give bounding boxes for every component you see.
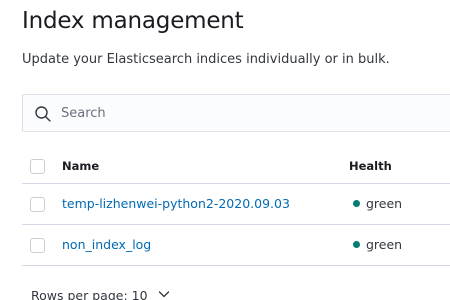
row-checkbox[interactable] <box>30 238 45 253</box>
search-icon <box>34 105 52 123</box>
chevron-down-icon <box>158 287 170 298</box>
column-header-name[interactable]: Name <box>62 159 99 173</box>
select-all-checkbox[interactable] <box>30 159 45 174</box>
index-name-link[interactable]: non_index_log <box>62 237 151 252</box>
search-box[interactable] <box>22 94 450 132</box>
indices-table: Name Health temp-lizhenwei-python2-2020.… <box>22 145 450 266</box>
rows-per-page-button[interactable]: Rows per page: 10 <box>31 287 170 300</box>
table-row: non_index_log green <box>22 225 450 266</box>
page-title: Index management <box>22 8 244 34</box>
index-management-page: Index management Update your Elasticsear… <box>0 0 450 300</box>
table-row: temp-lizhenwei-python2-2020.09.03 green <box>22 184 450 225</box>
index-name-link[interactable]: temp-lizhenwei-python2-2020.09.03 <box>62 196 290 211</box>
row-checkbox[interactable] <box>30 197 45 212</box>
health-status-text: green <box>366 237 403 252</box>
table-header-row: Name Health <box>22 145 450 184</box>
health-status-text: green <box>366 196 403 211</box>
health-cell: green <box>349 237 402 252</box>
column-header-health[interactable]: Health <box>349 159 392 173</box>
page-subtitle: Update your Elasticsearch indices indivi… <box>22 52 390 67</box>
health-status-dot <box>353 241 360 248</box>
health-cell: green <box>349 196 402 211</box>
health-status-dot <box>353 200 360 207</box>
rows-per-page-label: Rows per page: 10 <box>31 288 148 300</box>
search-input[interactable] <box>61 95 450 131</box>
